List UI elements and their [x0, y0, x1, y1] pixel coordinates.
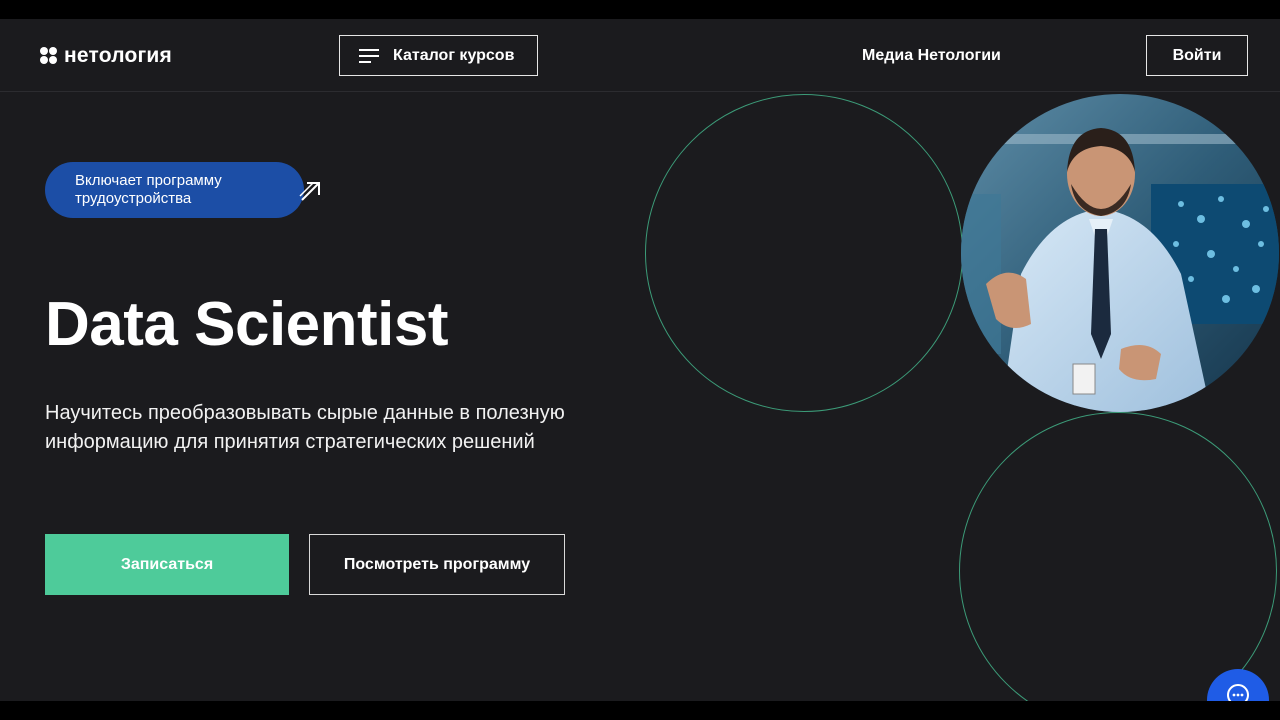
enroll-button[interactable]: Записаться: [45, 534, 289, 595]
catalog-button-label: Каталог курсов: [393, 46, 515, 64]
video-letterbox-top: [0, 0, 1280, 19]
landing-page: нетология Каталог курсов Медиа Нетологии…: [0, 19, 1280, 701]
employment-program-badge[interactable]: Включает программу трудоустройства: [45, 162, 320, 218]
logo-text: нетология: [64, 44, 172, 67]
video-letterbox-bottom: [0, 701, 1280, 720]
catalog-button[interactable]: Каталог курсов: [339, 35, 538, 76]
hero-subtitle: Научитесь преобразовывать сырые данные в…: [45, 402, 565, 453]
presenter-photo: [961, 94, 1279, 412]
logo[interactable]: нетология: [40, 44, 172, 68]
view-program-button[interactable]: Посмотреть программу: [309, 534, 565, 595]
page-title: Data Scientist: [45, 290, 449, 359]
chat-icon: [1227, 684, 1249, 701]
menu-icon: [359, 48, 379, 63]
login-button[interactable]: Войти: [1146, 35, 1248, 76]
logo-icon: [40, 47, 58, 65]
media-link[interactable]: Медиа Нетологии: [862, 47, 1001, 65]
arrow-up-right-icon: [299, 182, 320, 201]
badge-label: Включает программу трудоустройства: [75, 172, 222, 207]
decorative-ring: [959, 412, 1277, 701]
decorative-ring: [645, 94, 963, 412]
site-header: нетология Каталог курсов Медиа Нетологии…: [0, 19, 1280, 92]
